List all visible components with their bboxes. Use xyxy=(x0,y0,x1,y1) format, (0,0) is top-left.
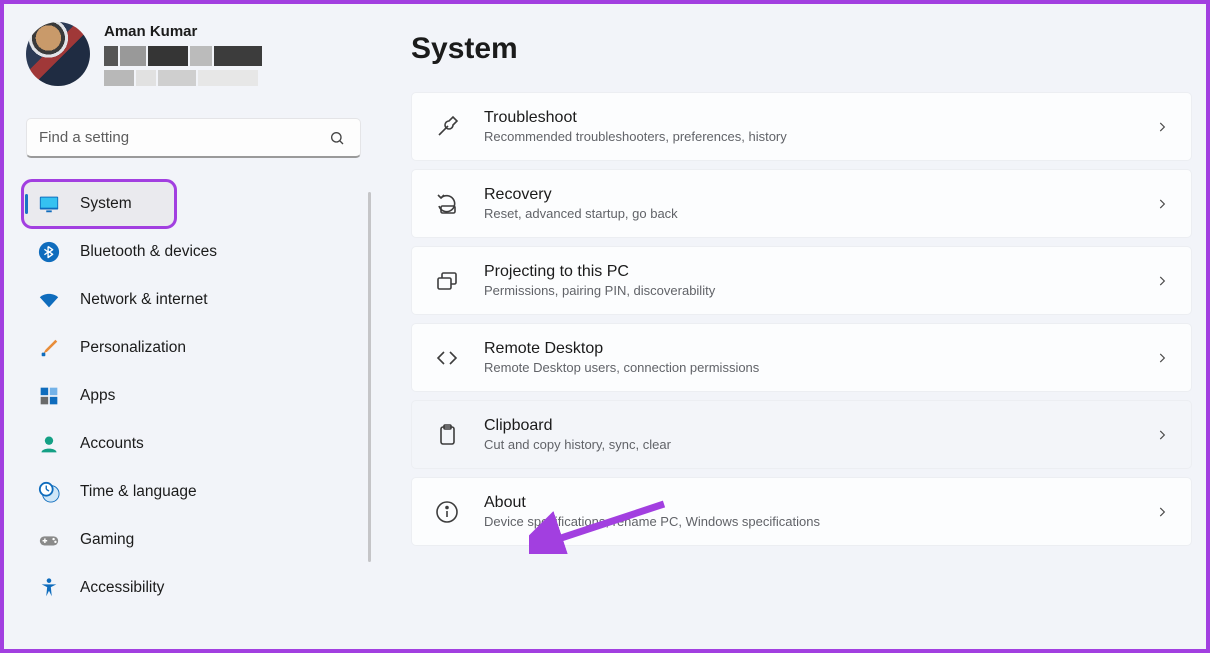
info-icon xyxy=(434,499,460,525)
sidebar-item-label: Apps xyxy=(80,387,115,405)
card-text: Clipboard Cut and copy history, sync, cl… xyxy=(484,417,1131,452)
card-remote-desktop[interactable]: Remote Desktop Remote Desktop users, con… xyxy=(411,323,1192,392)
chevron-right-icon xyxy=(1155,120,1169,134)
card-title: Clipboard xyxy=(484,417,1131,435)
sidebar-item-label: Time & language xyxy=(80,483,197,501)
sidebar-item-label: Network & internet xyxy=(80,291,208,309)
clipboard-icon xyxy=(434,422,460,448)
chevron-right-icon xyxy=(1155,351,1169,365)
page-title: System xyxy=(411,32,1192,66)
sidebar-nav: System Bluetooth & devices Network & int… xyxy=(20,180,367,612)
card-text: About Device specifications, rename PC, … xyxy=(484,494,1131,529)
sidebar-item-system[interactable]: System xyxy=(24,182,174,226)
project-icon xyxy=(434,268,460,294)
recovery-icon xyxy=(434,191,460,217)
settings-cards: Troubleshoot Recommended troubleshooters… xyxy=(411,92,1192,550)
user-email-blurred xyxy=(104,46,262,66)
apps-icon xyxy=(38,385,60,407)
accessibility-icon xyxy=(38,577,60,599)
chevron-right-icon xyxy=(1155,428,1169,442)
avatar xyxy=(26,22,90,86)
sidebar-item-label: Gaming xyxy=(80,531,134,549)
sidebar-item-bluetooth[interactable]: Bluetooth & devices xyxy=(24,230,363,274)
user-name: Aman Kumar xyxy=(104,23,262,40)
card-projecting[interactable]: Projecting to this PC Permissions, pairi… xyxy=(411,246,1192,315)
card-clipboard[interactable]: Clipboard Cut and copy history, sync, cl… xyxy=(411,400,1192,469)
card-text: Troubleshoot Recommended troubleshooters… xyxy=(484,109,1131,144)
search-input[interactable] xyxy=(39,129,326,146)
card-troubleshoot[interactable]: Troubleshoot Recommended troubleshooters… xyxy=(411,92,1192,161)
wifi-icon xyxy=(38,289,60,311)
sidebar-item-time-language[interactable]: Time & language xyxy=(24,470,363,514)
user-text: Aman Kumar xyxy=(104,23,262,86)
card-subtitle: Cut and copy history, sync, clear xyxy=(484,437,1131,452)
card-subtitle: Recommended troubleshooters, preferences… xyxy=(484,129,1131,144)
person-icon xyxy=(38,433,60,455)
clock-globe-icon xyxy=(38,481,60,503)
chevron-right-icon xyxy=(1155,274,1169,288)
sidebar-item-label: System xyxy=(80,195,132,213)
remote-icon xyxy=(434,345,460,371)
card-subtitle: Remote Desktop users, connection permiss… xyxy=(484,360,1131,375)
user-header[interactable]: Aman Kumar xyxy=(20,18,367,100)
settings-window: Aman Kumar xyxy=(4,4,1206,649)
card-subtitle: Reset, advanced startup, go back xyxy=(484,206,1131,221)
sidebar-item-network[interactable]: Network & internet xyxy=(24,278,363,322)
card-subtitle: Permissions, pairing PIN, discoverabilit… xyxy=(484,283,1131,298)
card-subtitle: Device specifications, rename PC, Window… xyxy=(484,514,1131,529)
sidebar-scrollbar[interactable] xyxy=(368,192,371,562)
sidebar-item-label: Accounts xyxy=(80,435,144,453)
card-title: Projecting to this PC xyxy=(484,263,1131,281)
sidebar-item-accounts[interactable]: Accounts xyxy=(24,422,363,466)
card-text: Remote Desktop Remote Desktop users, con… xyxy=(484,340,1131,375)
sidebar-item-label: Accessibility xyxy=(80,579,164,597)
sidebar-item-apps[interactable]: Apps xyxy=(24,374,363,418)
card-about[interactable]: About Device specifications, rename PC, … xyxy=(411,477,1192,546)
search-box[interactable] xyxy=(26,118,361,158)
chevron-right-icon xyxy=(1155,197,1169,211)
card-recovery[interactable]: Recovery Reset, advanced startup, go bac… xyxy=(411,169,1192,238)
sidebar-item-gaming[interactable]: Gaming xyxy=(24,518,363,562)
card-title: About xyxy=(484,494,1131,512)
main-content: System Troubleshoot Recommended troubles… xyxy=(379,4,1206,649)
card-title: Recovery xyxy=(484,186,1131,204)
wrench-icon xyxy=(434,114,460,140)
search-icon xyxy=(326,127,348,149)
card-text: Projecting to this PC Permissions, pairi… xyxy=(484,263,1131,298)
brush-icon xyxy=(38,337,60,359)
user-email-blurred-2 xyxy=(104,70,262,86)
sidebar-item-label: Bluetooth & devices xyxy=(80,243,217,261)
card-text: Recovery Reset, advanced startup, go bac… xyxy=(484,186,1131,221)
bluetooth-icon xyxy=(38,241,60,263)
sidebar: Aman Kumar xyxy=(4,4,379,649)
sidebar-item-accessibility[interactable]: Accessibility xyxy=(24,566,363,610)
sidebar-item-personalization[interactable]: Personalization xyxy=(24,326,363,370)
display-icon xyxy=(38,193,60,215)
sidebar-item-label: Personalization xyxy=(80,339,186,357)
gamepad-icon xyxy=(38,529,60,551)
chevron-right-icon xyxy=(1155,505,1169,519)
card-title: Troubleshoot xyxy=(484,109,1131,127)
card-title: Remote Desktop xyxy=(484,340,1131,358)
